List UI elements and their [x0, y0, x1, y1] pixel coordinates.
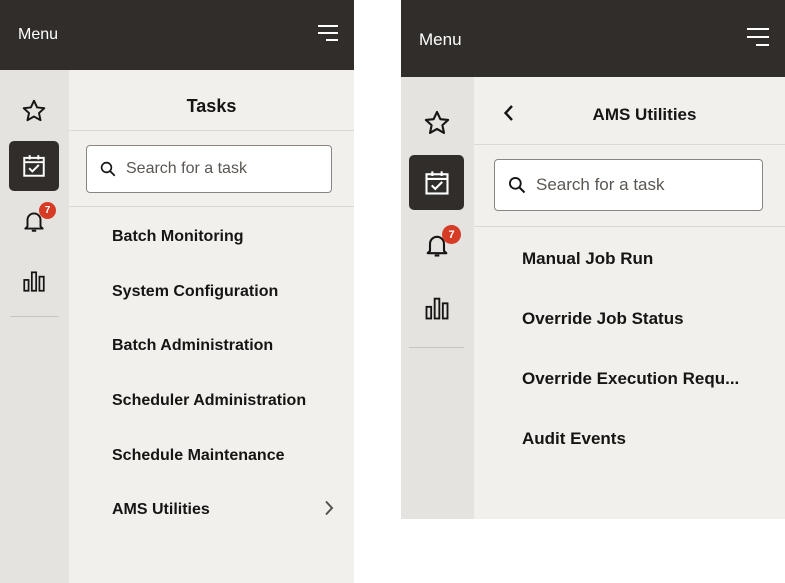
divider	[474, 226, 785, 227]
rail-divider	[10, 316, 59, 317]
rail-divider	[409, 347, 464, 348]
reports-button[interactable]	[409, 280, 464, 335]
hamburger-icon[interactable]	[318, 24, 340, 42]
menu-header: Menu	[0, 0, 354, 70]
task-item-manual-job-run[interactable]: Manual Job Run	[522, 249, 653, 269]
bar-chart-icon	[425, 297, 448, 319]
notification-badge: 7	[442, 225, 461, 244]
icon-rail: 7	[401, 77, 474, 519]
page-title: AMS Utilities	[592, 105, 697, 124]
search-icon	[507, 175, 527, 195]
reports-button[interactable]	[9, 256, 59, 306]
hamburger-icon[interactable]	[747, 27, 771, 47]
chevron-right-icon[interactable]	[324, 500, 334, 516]
tasks-content: Tasks Batch Monitoring System Configurat…	[69, 70, 354, 583]
search-input[interactable]	[126, 160, 306, 178]
task-item-override-execution-request[interactable]: Override Execution Requ...	[522, 369, 739, 389]
task-search-box[interactable]	[494, 159, 763, 211]
notifications-button[interactable]: 7	[409, 217, 464, 272]
task-item-scheduler-administration[interactable]: Scheduler Administration	[112, 392, 306, 410]
star-icon	[22, 99, 46, 122]
icon-rail: 7	[0, 70, 69, 583]
favorites-button[interactable]	[409, 95, 464, 150]
menu-title: Menu	[419, 30, 462, 49]
calendar-check-icon	[424, 170, 449, 195]
task-search-box[interactable]	[86, 145, 332, 193]
divider	[69, 206, 354, 207]
notification-badge: 7	[39, 202, 56, 219]
task-item-batch-monitoring[interactable]: Batch Monitoring	[112, 228, 244, 246]
menu-panel-tasks: Menu 7 Tasks Search for a task Batch Mon…	[0, 0, 354, 583]
search-icon	[99, 160, 117, 178]
divider	[474, 144, 785, 145]
task-item-ams-utilities[interactable]: AMS Utilities	[112, 501, 210, 519]
bar-chart-icon	[23, 271, 45, 292]
task-item-system-configuration[interactable]: System Configuration	[112, 283, 278, 301]
ams-utilities-content: AMS Utilities Manual Job Run Override Jo…	[474, 77, 785, 519]
task-item-override-job-status[interactable]: Override Job Status	[522, 309, 684, 329]
menu-title: Menu	[18, 26, 59, 43]
star-icon	[424, 110, 449, 134]
search-input[interactable]	[536, 175, 716, 195]
task-item-batch-administration[interactable]: Batch Administration	[112, 337, 273, 355]
tasks-button[interactable]	[409, 155, 464, 210]
task-item-audit-events[interactable]: Audit Events	[522, 429, 626, 449]
task-item-schedule-maintenance[interactable]: Schedule Maintenance	[112, 447, 285, 465]
favorites-button[interactable]	[9, 86, 59, 136]
menu-panel-ams-utilities: Menu 7 AMS Utilities Search for a task M…	[401, 0, 785, 519]
divider	[69, 130, 354, 131]
notifications-button[interactable]: 7	[9, 196, 59, 246]
tasks-button[interactable]	[9, 141, 59, 191]
calendar-check-icon	[23, 155, 45, 177]
page-title: Tasks	[186, 96, 237, 116]
menu-header: Menu	[401, 0, 785, 77]
